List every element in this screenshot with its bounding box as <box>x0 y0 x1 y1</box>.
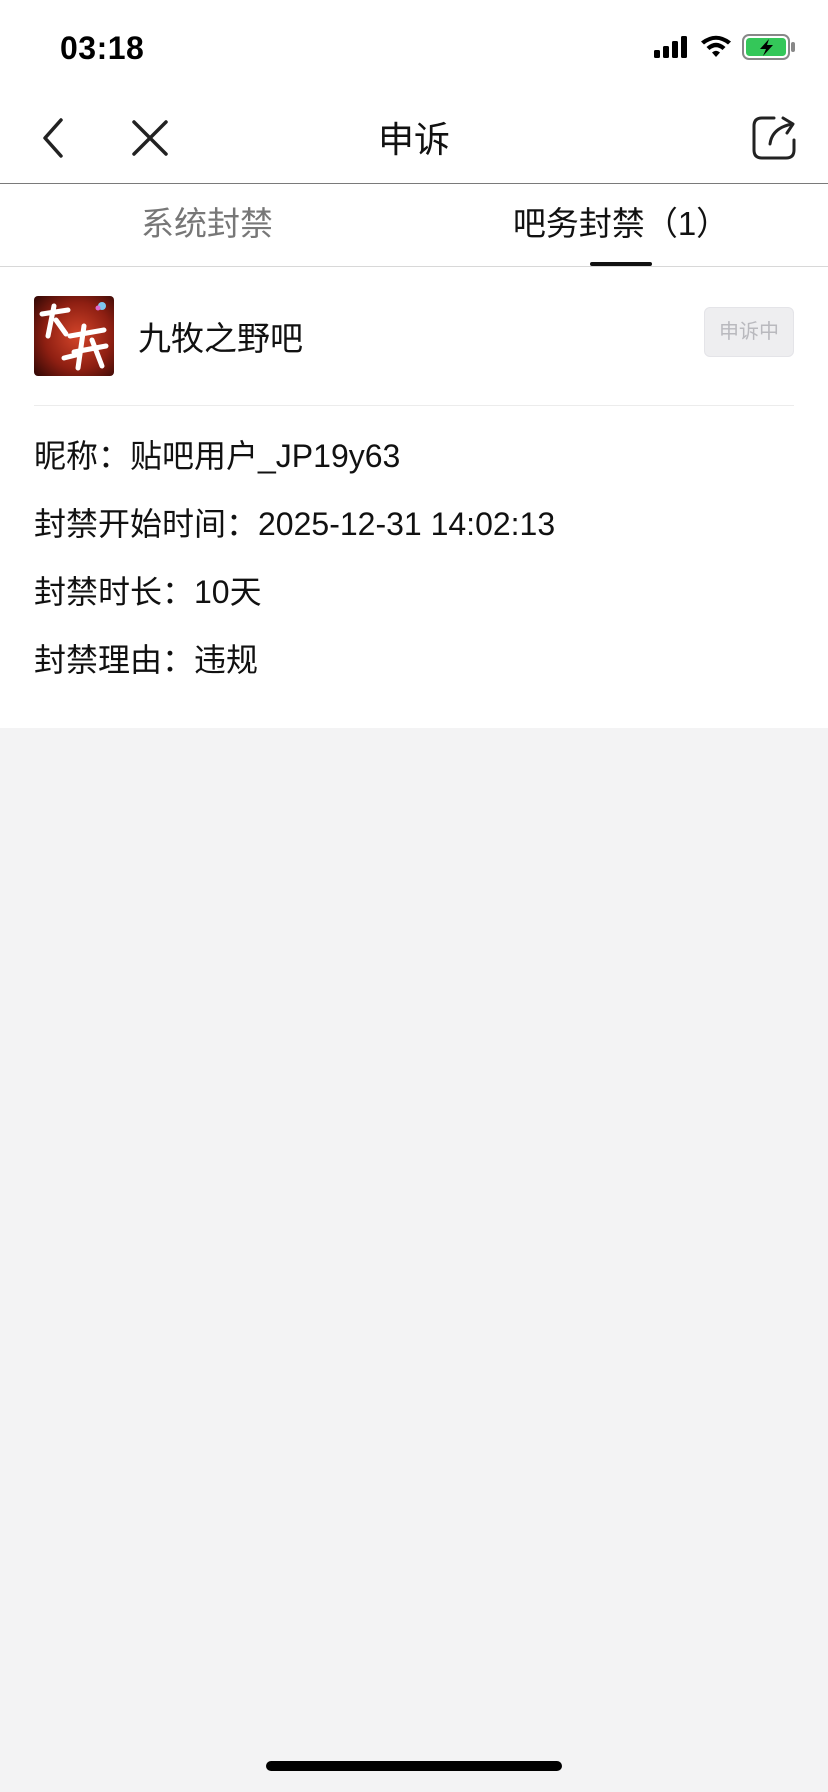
status-icons <box>654 34 796 65</box>
signal-icon <box>654 36 690 63</box>
ban-card: 九牧之野吧 申诉中 昵称：贴吧用户_JP19y63 封禁开始时间：2025-12… <box>0 267 828 728</box>
page-header-and-card: 03:18 申诉 系统封禁 吧务封禁（1） 九牧之野吧 申诉中 昵称：贴吧用户_… <box>0 0 828 728</box>
nav-bar: 申诉 <box>0 96 828 184</box>
ban-reason-line: 封禁理由：违规 <box>34 642 259 678</box>
home-indicator[interactable] <box>266 1761 562 1771</box>
ban-start-time-line: 封禁开始时间：2025-12-31 14:02:13 <box>34 506 556 542</box>
active-tab-indicator <box>590 262 652 266</box>
share-icon <box>750 114 798 167</box>
tab-system-ban[interactable]: 系统封禁 <box>0 184 414 266</box>
appeal-status-badge: 申诉中 <box>704 307 794 357</box>
battery-charging-icon <box>742 34 796 65</box>
wifi-icon <box>700 35 732 64</box>
nickname-line: 昵称：贴吧用户_JP19y63 <box>34 438 401 474</box>
status-bar: 03:18 <box>0 0 828 96</box>
forum-row[interactable]: 九牧之野吧 申诉中 <box>34 267 794 406</box>
status-time: 03:18 <box>60 30 145 66</box>
tab-forum-ban[interactable]: 吧务封禁（1） <box>414 184 828 266</box>
page-title: 申诉 <box>377 119 450 160</box>
forum-avatar <box>34 296 114 376</box>
ban-tabs: 系统封禁 吧务封禁（1） <box>0 184 828 267</box>
ban-duration-line: 封禁时长：10天 <box>34 574 262 610</box>
ban-info-list: 昵称：贴吧用户_JP19y63 封禁开始时间：2025-12-31 14:02:… <box>34 406 794 694</box>
forum-name: 九牧之野吧 <box>138 320 303 357</box>
share-button[interactable] <box>746 112 802 168</box>
